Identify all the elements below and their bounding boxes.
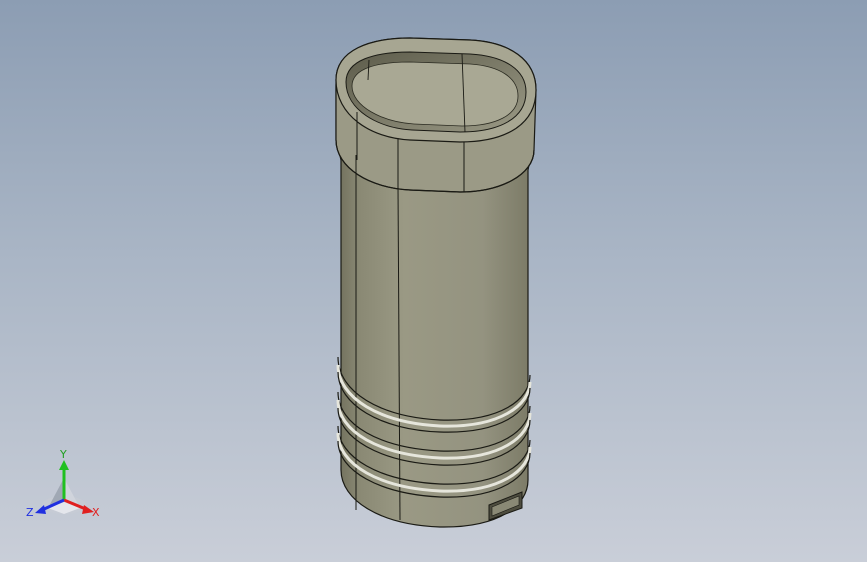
x-axis-label: X [92,506,100,519]
graphics-viewport[interactable]: Y X Z [0,0,867,562]
oval-tube-model[interactable] [0,0,867,562]
z-axis-label: Z [26,506,34,519]
y-axis-arrow-icon [59,460,69,470]
orientation-triad[interactable]: Y X Z [24,448,104,524]
y-axis-label: Y [59,448,67,461]
